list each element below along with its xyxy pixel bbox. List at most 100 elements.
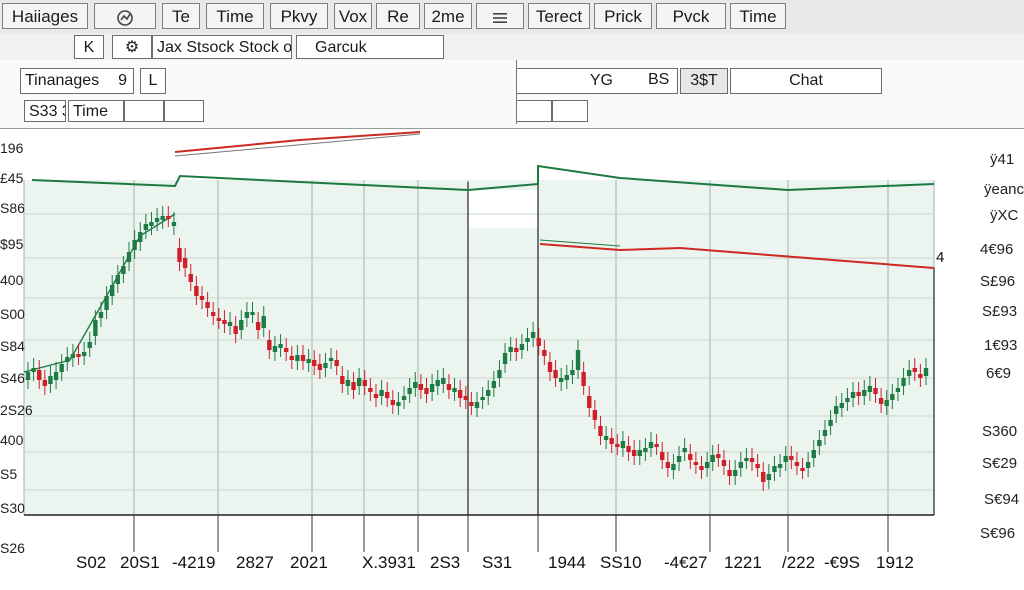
range-blank-1[interactable] bbox=[124, 100, 164, 122]
x-tick-label: 2S3 bbox=[430, 553, 461, 572]
candle-body bbox=[906, 370, 912, 376]
candle-body bbox=[340, 376, 345, 384]
candle-body bbox=[323, 363, 328, 368]
candle-body bbox=[699, 466, 704, 470]
toolbar-item-vox[interactable]: Vox bbox=[334, 3, 372, 29]
tinanages-box[interactable]: Tinanages 9 bbox=[20, 68, 134, 94]
candle-body bbox=[171, 222, 177, 226]
candle-body bbox=[817, 440, 822, 446]
candle-body bbox=[828, 420, 833, 426]
candle-body bbox=[867, 386, 873, 392]
candle-body bbox=[267, 340, 272, 350]
y-tick-label-left: $95 bbox=[0, 236, 24, 252]
candle-body bbox=[244, 312, 250, 318]
small-l-box[interactable]: L bbox=[140, 68, 166, 94]
hamburger-icon[interactable] bbox=[476, 3, 524, 29]
y-tick-label-left: S46 bbox=[0, 370, 25, 386]
tinanages-num: 9 bbox=[118, 72, 127, 89]
candle-body bbox=[362, 380, 367, 386]
range-blank-3[interactable] bbox=[516, 100, 552, 122]
candle-body bbox=[435, 380, 440, 386]
candle-body bbox=[452, 388, 457, 392]
candle-body bbox=[334, 360, 339, 366]
candle-body bbox=[744, 458, 749, 461]
range-row: S33 3 Time bbox=[0, 60, 1024, 129]
candle-body bbox=[255, 322, 261, 330]
candle-body bbox=[328, 358, 334, 361]
y-tick-label-right: 6€9 bbox=[986, 365, 1012, 382]
candle-body bbox=[755, 464, 760, 468]
candle-body bbox=[87, 342, 92, 348]
candle-body bbox=[609, 438, 614, 444]
y-tick-label-right: 4€96 bbox=[980, 241, 1014, 258]
candle-body bbox=[463, 396, 468, 400]
toolbar-item-time[interactable]: Time bbox=[206, 3, 264, 29]
tinanages-label: Tinanages bbox=[25, 72, 100, 89]
candle-body bbox=[570, 370, 575, 375]
candle-body bbox=[401, 396, 407, 400]
candle-body bbox=[160, 216, 165, 220]
x-tick-label: -4219 bbox=[172, 553, 216, 572]
candle-body bbox=[227, 322, 233, 326]
settings-icon[interactable]: ⚙ bbox=[112, 35, 152, 59]
toolbar-item-haiiages[interactable]: Haiiages bbox=[2, 3, 88, 29]
candle-body bbox=[98, 312, 104, 318]
candle-body bbox=[222, 320, 227, 324]
toolbar-item-te[interactable]: Te bbox=[162, 3, 200, 29]
candle-body bbox=[805, 462, 811, 468]
candle-body bbox=[856, 392, 861, 396]
toolbar-item-re[interactable]: Re bbox=[376, 3, 420, 29]
candle-body bbox=[794, 462, 800, 466]
candle-body bbox=[278, 344, 283, 348]
y-tick-label-right: ÿXC bbox=[990, 207, 1019, 224]
time-field[interactable]: Time bbox=[68, 100, 124, 122]
candle-body bbox=[407, 388, 412, 394]
toolbar-item-terect[interactable]: Terect bbox=[528, 3, 590, 29]
candle-body bbox=[205, 302, 210, 308]
toolbar-item-prick[interactable]: Prick bbox=[594, 3, 652, 29]
chat-button[interactable]: Chat bbox=[730, 68, 882, 94]
range-blank-4[interactable] bbox=[552, 100, 588, 122]
candle-body bbox=[289, 356, 294, 360]
toolbar-item-pvck[interactable]: Pvck bbox=[656, 3, 726, 29]
candle-body bbox=[581, 372, 586, 386]
candle-body bbox=[457, 390, 463, 398]
sub-left-label[interactable]: K bbox=[74, 35, 104, 59]
candle-body bbox=[418, 384, 424, 390]
y-tick-label-left: S00 bbox=[0, 306, 25, 322]
candle-body bbox=[138, 232, 143, 242]
candle-body bbox=[542, 350, 547, 356]
st-label[interactable]: 3$T bbox=[680, 68, 728, 94]
candle-body bbox=[300, 355, 306, 361]
candle-body bbox=[356, 378, 362, 386]
search-input[interactable]: Garcuk bbox=[296, 35, 444, 59]
candle-body bbox=[878, 398, 884, 404]
candle-body bbox=[104, 296, 109, 310]
plot-gap bbox=[468, 190, 538, 228]
toolbar-item-time-2[interactable]: Time bbox=[730, 3, 786, 29]
range-value[interactable]: S33 3 bbox=[24, 100, 66, 122]
range-blank-2[interactable] bbox=[164, 100, 204, 122]
candle-body bbox=[390, 400, 396, 405]
candle-body bbox=[413, 382, 418, 388]
candle-body bbox=[558, 378, 564, 382]
candle-body bbox=[368, 388, 373, 392]
candle-body bbox=[345, 380, 351, 386]
candle-body bbox=[48, 376, 53, 384]
candle-body bbox=[502, 353, 508, 364]
candle-body bbox=[603, 436, 609, 440]
chart-canvas[interactable]: 4 bbox=[0, 128, 1024, 585]
candle-body bbox=[239, 320, 244, 330]
panel-row: Tinanages 9 L YG BS 3$T Chat bbox=[0, 60, 1024, 96]
ticker-field[interactable]: Jax Stsock Stock of bbox=[152, 35, 292, 59]
x-tick-label: 2021 bbox=[290, 553, 328, 572]
toolbar-item-2me[interactable]: 2me bbox=[424, 3, 472, 29]
candle-body bbox=[480, 397, 485, 400]
toolbar-item-pkvy[interactable]: Pkvy bbox=[270, 3, 328, 29]
price-chart[interactable]: 4 196 £45 S86 $95 400 S00 S84 S46 2S26 400 S5 S30 S2… bbox=[0, 128, 1024, 585]
candle-body bbox=[31, 368, 36, 372]
x-tick-label: 1944 bbox=[548, 553, 586, 572]
chart-logo-icon[interactable] bbox=[94, 3, 156, 29]
candle-body bbox=[429, 384, 435, 392]
candle-body bbox=[721, 460, 727, 466]
